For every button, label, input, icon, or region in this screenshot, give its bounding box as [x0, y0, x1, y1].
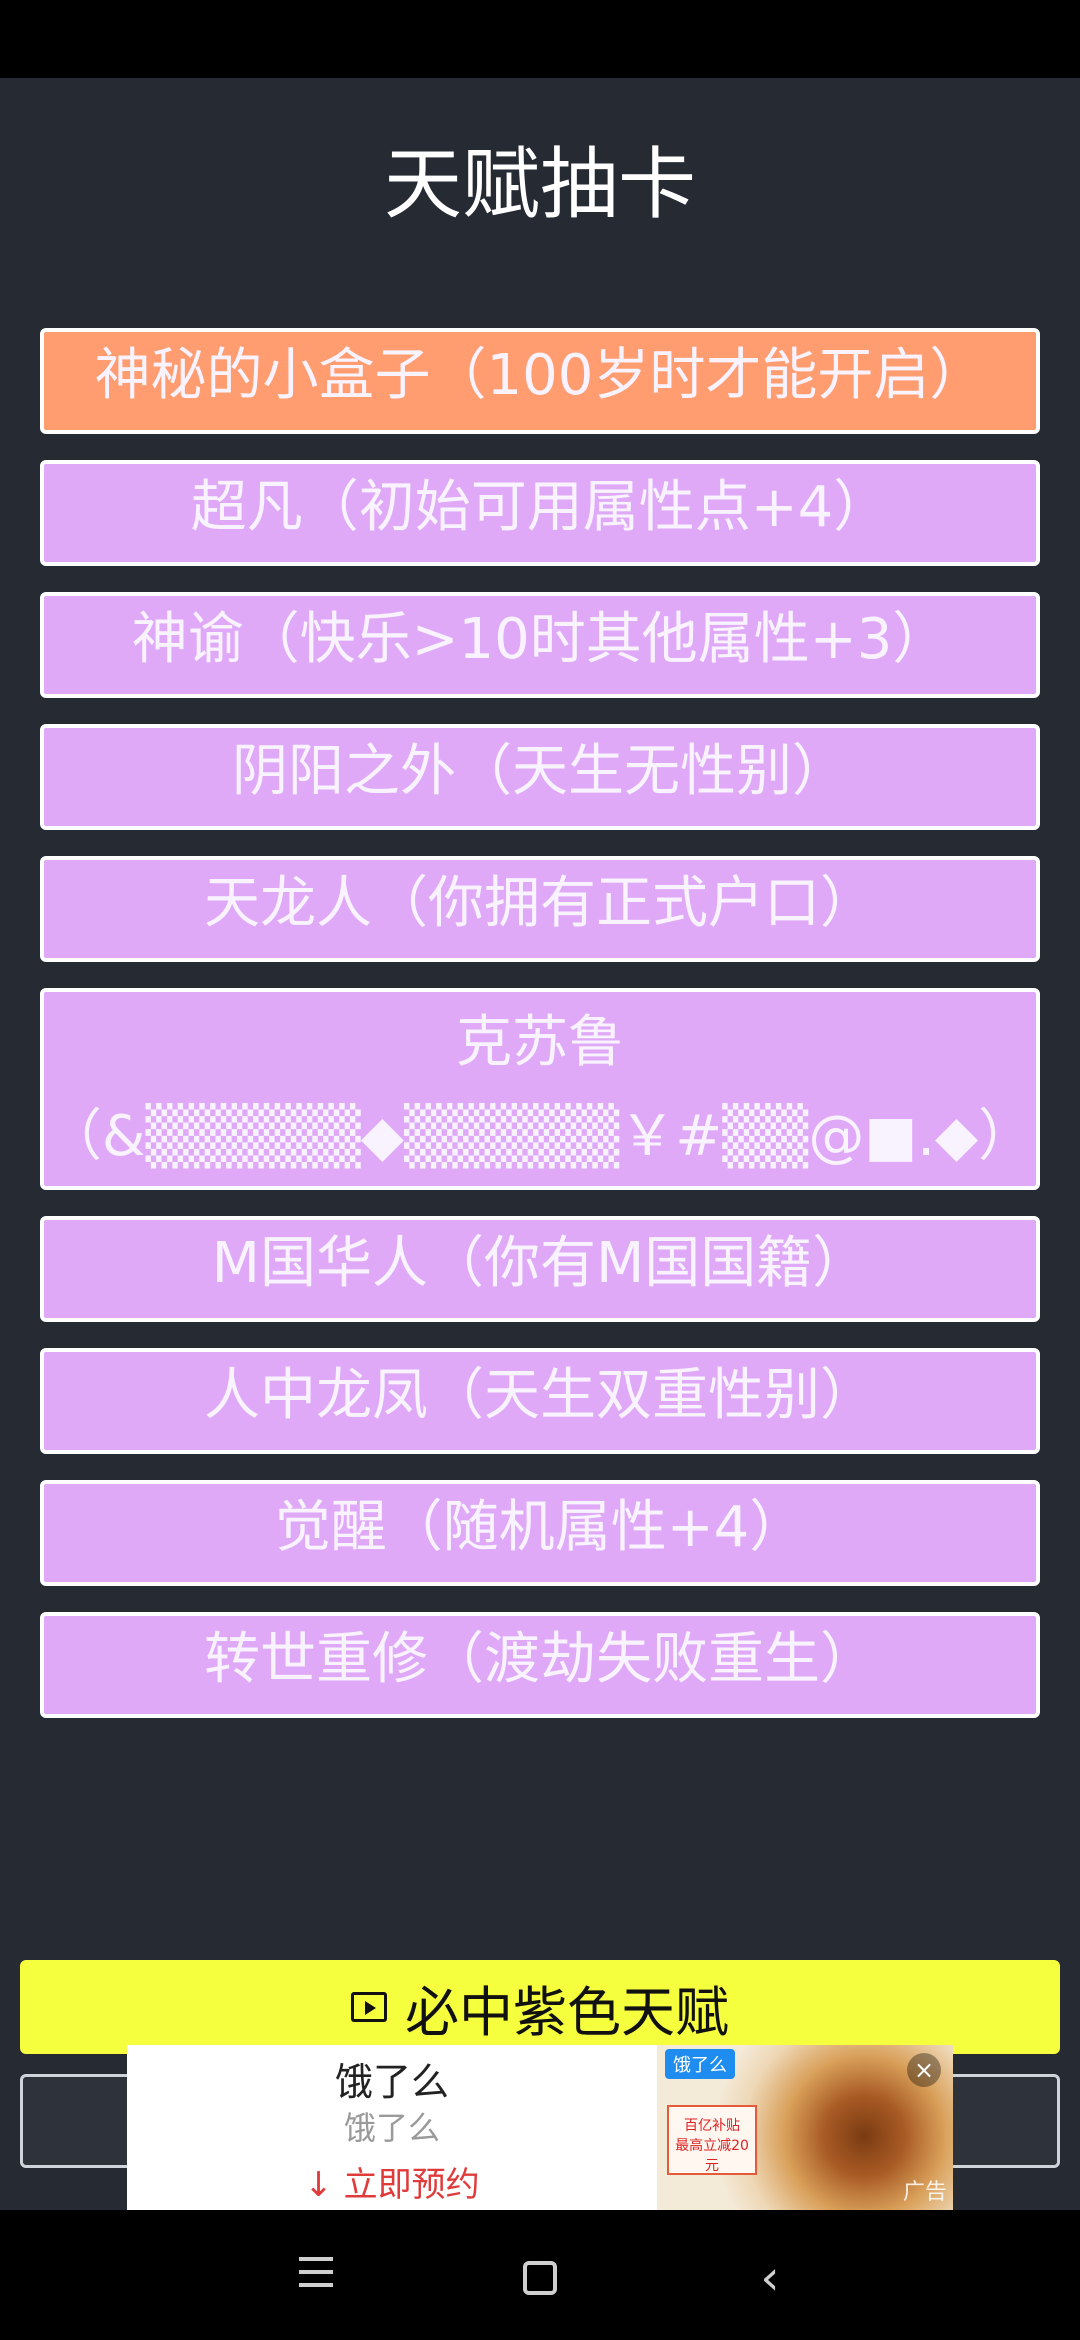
talent-card-extraordinary[interactable]: 超凡（初始可用属性点+4）: [40, 460, 1040, 566]
ad-coupon: 百亿补贴 最高立减20元: [667, 2105, 757, 2175]
ad-coupon-line2: 最高立减20元: [675, 2138, 749, 2174]
menu-icon[interactable]: [286, 2248, 346, 2308]
home-icon[interactable]: [510, 2248, 570, 2308]
talent-card-cthulhu-title: 克苏鲁: [456, 1010, 624, 1075]
film-icon: [351, 1992, 387, 2022]
talent-card-celestial-dragon[interactable]: 天龙人（你拥有正式户口）: [40, 856, 1040, 962]
talent-card-beyond-yinyang[interactable]: 阴阳之外（天生无性别）: [40, 724, 1040, 830]
ad-cta-label: 立即预约: [343, 2165, 480, 2205]
talent-list: 神秘的小盒子（100岁时才能开启） 超凡（初始可用属性点+4） 神谕（快乐>10…: [40, 328, 1040, 1744]
ad-title: 饿了么: [334, 2060, 449, 2104]
status-bar: [0, 0, 1080, 78]
talent-card-cthulhu-desc: （&▒▒▒▒▒◆▒▒▒▒▒￥#▒▒@■.◆）: [45, 1104, 1035, 1169]
guaranteed-purple-label: 必中紫色天赋: [405, 1980, 729, 2044]
talent-card-awakening[interactable]: 觉醒（随机属性+4）: [40, 1480, 1040, 1586]
navigation-bar: ‹: [0, 2210, 1080, 2340]
ad-subtitle: 饿了么: [343, 2109, 440, 2147]
talent-card-oracle[interactable]: 神谕（快乐>10时其他属性+3）: [40, 592, 1040, 698]
ad-food-image[interactable]: 饿了么 百亿补贴 最高立减20元 × 广告: [657, 2045, 953, 2210]
guaranteed-purple-button[interactable]: 必中紫色天赋: [20, 1960, 1060, 2054]
talent-card-dragon-phoenix[interactable]: 人中龙凤（天生双重性别）: [40, 1348, 1040, 1454]
ad-brand-logo: 饿了么: [665, 2049, 735, 2079]
talent-card-cthulhu[interactable]: 克苏鲁 （&▒▒▒▒▒◆▒▒▒▒▒￥#▒▒@■.◆）: [40, 988, 1040, 1190]
talent-card-reincarnation[interactable]: 转世重修（渡劫失败重生）: [40, 1612, 1040, 1718]
talent-card-mystery-box[interactable]: 神秘的小盒子（100岁时才能开启）: [40, 328, 1040, 434]
page-title: 天赋抽卡: [383, 140, 696, 230]
ad-cta-button[interactable]: ↓ 立即预约: [127, 2157, 657, 2206]
back-icon[interactable]: ‹: [740, 2248, 800, 2308]
download-icon: ↓: [304, 2165, 333, 2205]
talent-card-m-country[interactable]: M国华人（你有M国国籍）: [40, 1216, 1040, 1322]
ad-coupon-line1: 百亿补贴: [684, 2118, 740, 2134]
close-icon[interactable]: ×: [907, 2053, 941, 2087]
ad-tag: 广告: [902, 2180, 947, 2205]
ad-banner[interactable]: 饿了么 饿了么 ↓ 立即预约 饿了么 百亿补贴 最高立减20元 × 广告: [127, 2045, 953, 2210]
